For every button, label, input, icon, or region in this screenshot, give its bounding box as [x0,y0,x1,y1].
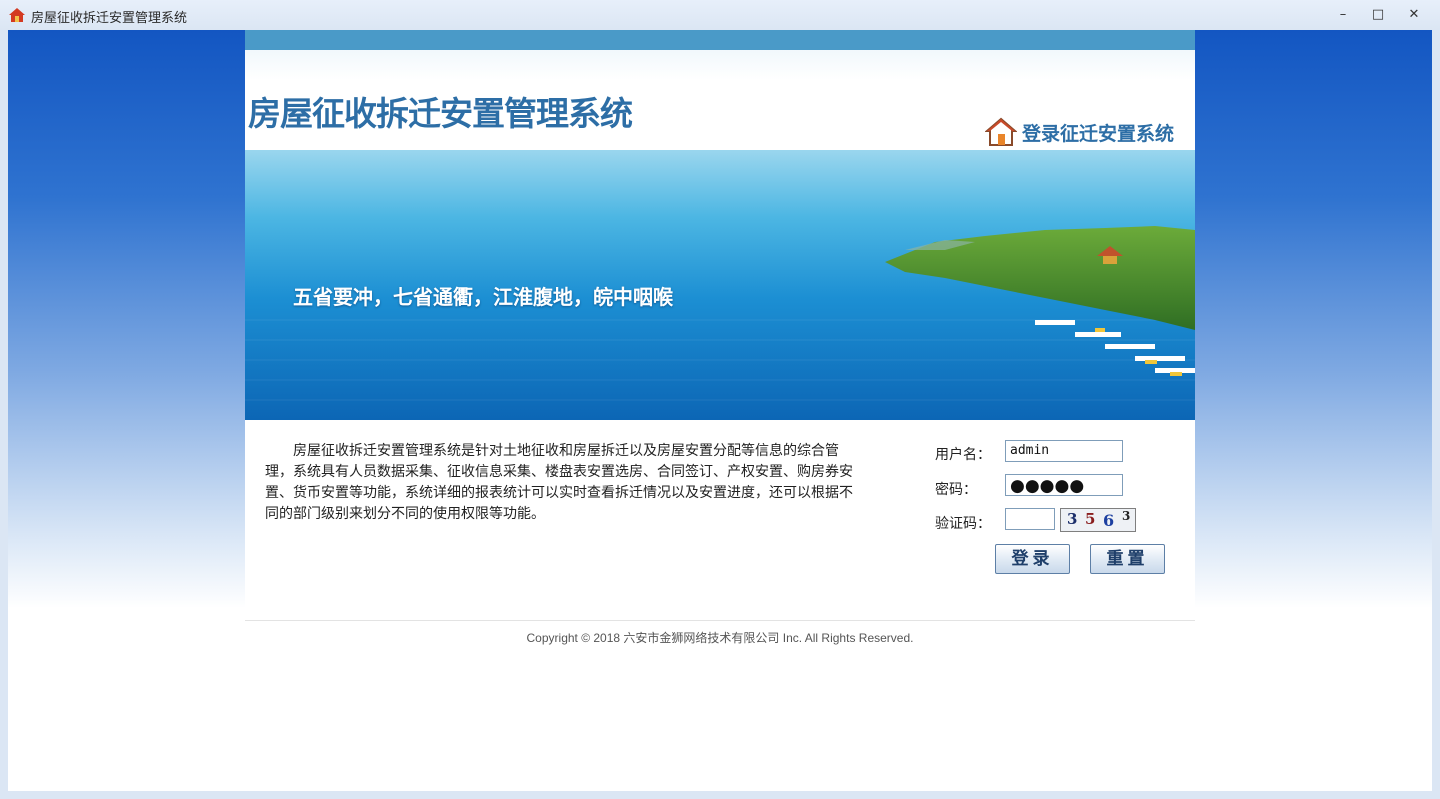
maximize-button[interactable]: □ [1363,5,1393,25]
captcha-input[interactable] [1005,508,1055,530]
login-system-link-label: 登录征迁安置系统 [1022,122,1175,145]
window-title: 房屋征收拆迁安置管理系统 [31,11,188,26]
banner-slogan: 五省要冲，七省通衢，江淮腹地，皖中咽喉 [293,285,673,309]
main-panel: 房屋征收拆迁安置管理系统 登录征迁安置系统 五省要冲，七省通衢，江淮腹地，皖中咽… [245,30,1195,791]
captcha-char: 3 [1067,510,1078,528]
password-input[interactable]: ●●●●● [1005,474,1123,496]
system-title: 房屋征收拆迁安置管理系统 [248,94,633,133]
lake-banner-image: 五省要冲，七省通衢，江淮腹地，皖中咽喉 [245,150,1195,420]
captcha-char: 5 [1085,510,1096,528]
window-frame-bottom [0,791,1440,799]
captcha-label: 验证码： [935,516,991,532]
login-button[interactable]: 登录 [995,544,1070,574]
close-button[interactable]: ✕ [1399,5,1429,25]
captcha-char: 3 [1122,509,1131,523]
copyright-text: Copyright © 2018 六安市金狮网络技术有限公司 Inc. All … [526,631,914,645]
window-titlebar: 房屋征收拆迁安置管理系统 – □ ✕ [0,0,1440,31]
header-top-bar [245,30,1195,50]
username-input[interactable]: admin [1005,440,1123,462]
username-label: 用户名： [935,447,991,463]
house-app-icon [9,8,25,22]
house-icon [985,117,1017,146]
login-system-link[interactable]: 登录征迁安置系统 [985,116,1174,148]
minimize-button[interactable]: – [1328,5,1358,25]
window-frame-left [0,30,8,799]
footer-divider [245,620,1195,621]
window-client-area: 房屋征收拆迁安置管理系统 登录征迁安置系统 五省要冲，七省通衢，江淮腹地，皖中咽… [8,30,1432,791]
system-description: 房屋征收拆迁安置管理系统是针对土地征收和房屋拆迁以及房屋安置分配等信息的综合管理… [265,443,853,522]
password-label: 密码： [935,482,977,498]
captcha-image[interactable]: 3 5 6 3 [1060,508,1136,532]
captcha-char: 6 [1103,511,1115,530]
reset-button[interactable]: 重置 [1090,544,1165,574]
window-frame-right [1432,30,1440,799]
